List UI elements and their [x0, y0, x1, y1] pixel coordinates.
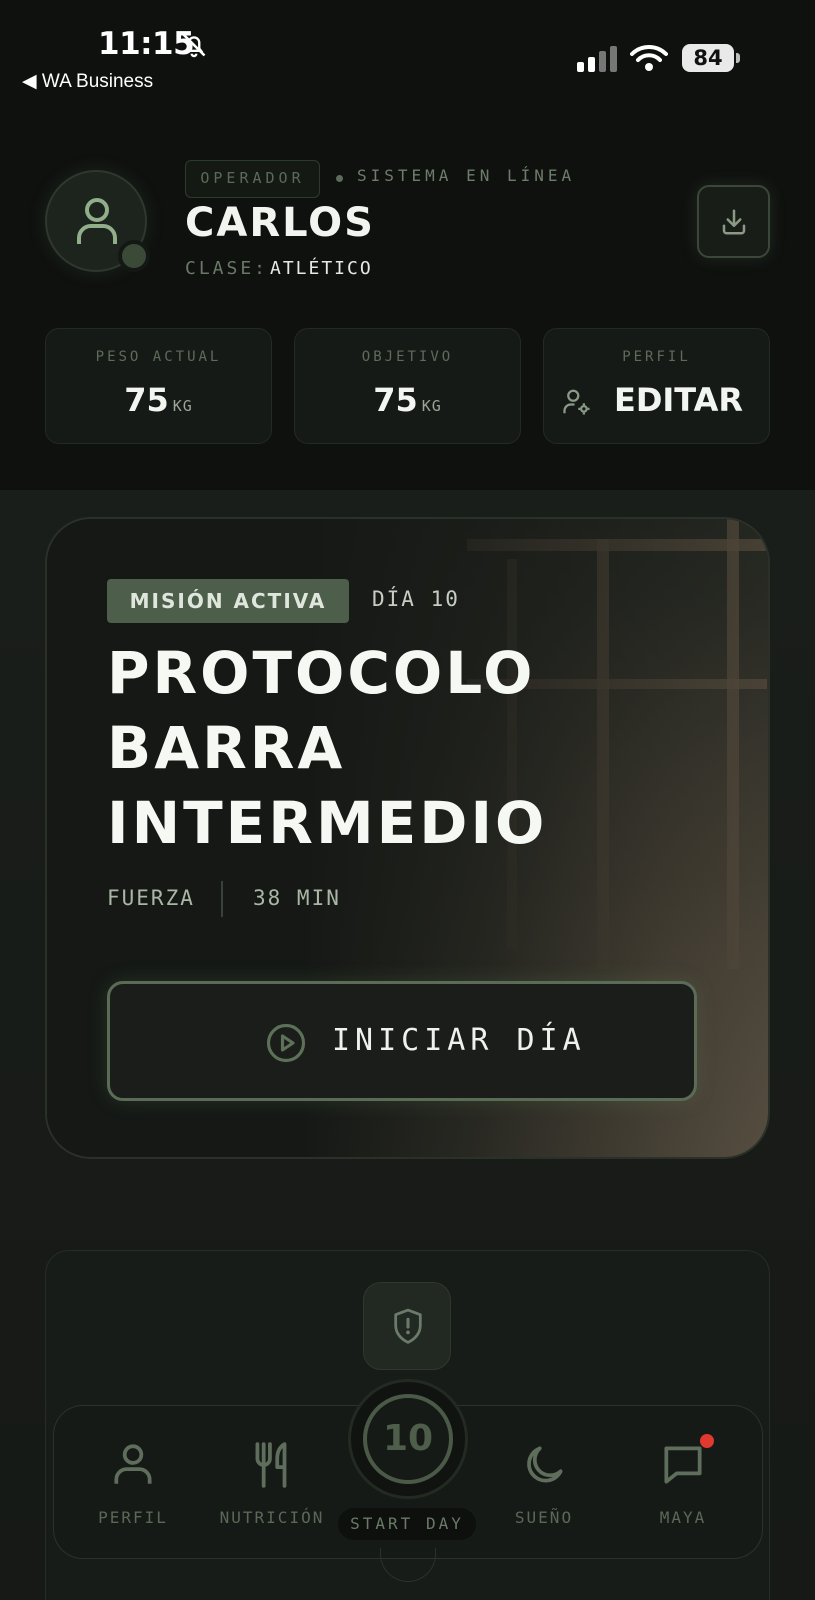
fork-knife-icon: [255, 1442, 287, 1488]
mission-category: FUERZA: [107, 886, 195, 910]
status-dot: [336, 175, 343, 182]
start-day-pill[interactable]: START DAY: [338, 1508, 476, 1540]
stat-label: PERFIL: [622, 349, 691, 365]
stat-value: 75: [124, 381, 169, 419]
stat-card-target-weight: OBJETIVO 75 KG: [294, 328, 521, 444]
class-value: ATLÉTICO: [270, 258, 373, 279]
mission-badge: MISIÓN ACTIVA: [107, 579, 349, 623]
stat-card-current-weight: PESO ACTUAL 75 KG: [45, 328, 272, 444]
moon-icon: [527, 1446, 563, 1483]
stat-unit: KG: [172, 397, 193, 415]
shield-alert-icon: [394, 1308, 422, 1344]
start-day-button[interactable]: INICIAR DÍA: [107, 981, 697, 1101]
stat-value-wrapper: 75 KG: [46, 381, 271, 419]
nav-item-nutricion[interactable]: NUTRICIÓN: [202, 1406, 342, 1560]
role-tag: OPERADOR: [185, 160, 320, 198]
user-settings-icon: [563, 389, 590, 415]
nav-item-maya[interactable]: MAYA: [613, 1406, 753, 1560]
mission-title-line-2: BARRA: [107, 714, 346, 782]
mission-duration: 38 MIN: [253, 886, 341, 910]
mission-day: DÍA 10: [372, 587, 460, 611]
battery-cap: [736, 53, 740, 63]
signal-icon: [577, 46, 617, 72]
user-name: CARLOS: [185, 200, 375, 246]
play-circle-icon: [266, 1023, 306, 1063]
user-icon: [114, 1444, 152, 1484]
stat-value-wrapper: EDITAR: [544, 381, 769, 419]
edit-label: EDITAR: [613, 381, 744, 419]
back-to-app-link[interactable]: ◀ WA Business: [22, 70, 153, 93]
nav-label: PERFIL: [98, 1508, 168, 1527]
download-button[interactable]: [697, 185, 770, 258]
meta-divider: [221, 881, 223, 917]
edit-profile-card[interactable]: PERFIL EDITAR: [543, 328, 770, 444]
user-icon: [77, 198, 117, 244]
download-icon: [722, 209, 746, 235]
stat-value-wrapper: 75 KG: [295, 381, 520, 419]
mission-title-line-3: INTERMEDIO: [107, 789, 548, 857]
class-label: CLASE:: [185, 258, 269, 279]
start-day-label: INICIAR DÍA: [332, 1023, 586, 1058]
active-mission-card: MISIÓN ACTIVA DÍA 10 PROTOCOLO BARRA INT…: [45, 517, 770, 1159]
bell-muted-icon: [182, 33, 206, 58]
mission-title-line-1: PROTOCOLO: [107, 639, 536, 707]
system-status: SISTEMA EN LÍNEA: [357, 166, 576, 185]
notification-badge: [700, 1434, 714, 1448]
nav-item-sueno[interactable]: SUEÑO: [474, 1406, 614, 1560]
nav-label: SUEÑO: [514, 1508, 574, 1527]
stat-unit: KG: [421, 397, 442, 415]
wifi-icon: [630, 44, 668, 71]
alert-button[interactable]: [363, 1282, 451, 1370]
nav-label: NUTRICIÓN: [219, 1508, 325, 1527]
chat-icon: [664, 1446, 702, 1484]
battery-level: 84: [682, 44, 734, 72]
current-day-number[interactable]: 10: [363, 1394, 453, 1484]
nav-item-perfil[interactable]: PERFIL: [63, 1406, 203, 1560]
online-status-dot: [118, 240, 150, 272]
stat-label: PESO ACTUAL: [95, 349, 222, 365]
stat-label: OBJETIVO: [361, 349, 454, 365]
nav-label: MAYA: [659, 1508, 707, 1527]
stat-value: 75: [373, 381, 418, 419]
